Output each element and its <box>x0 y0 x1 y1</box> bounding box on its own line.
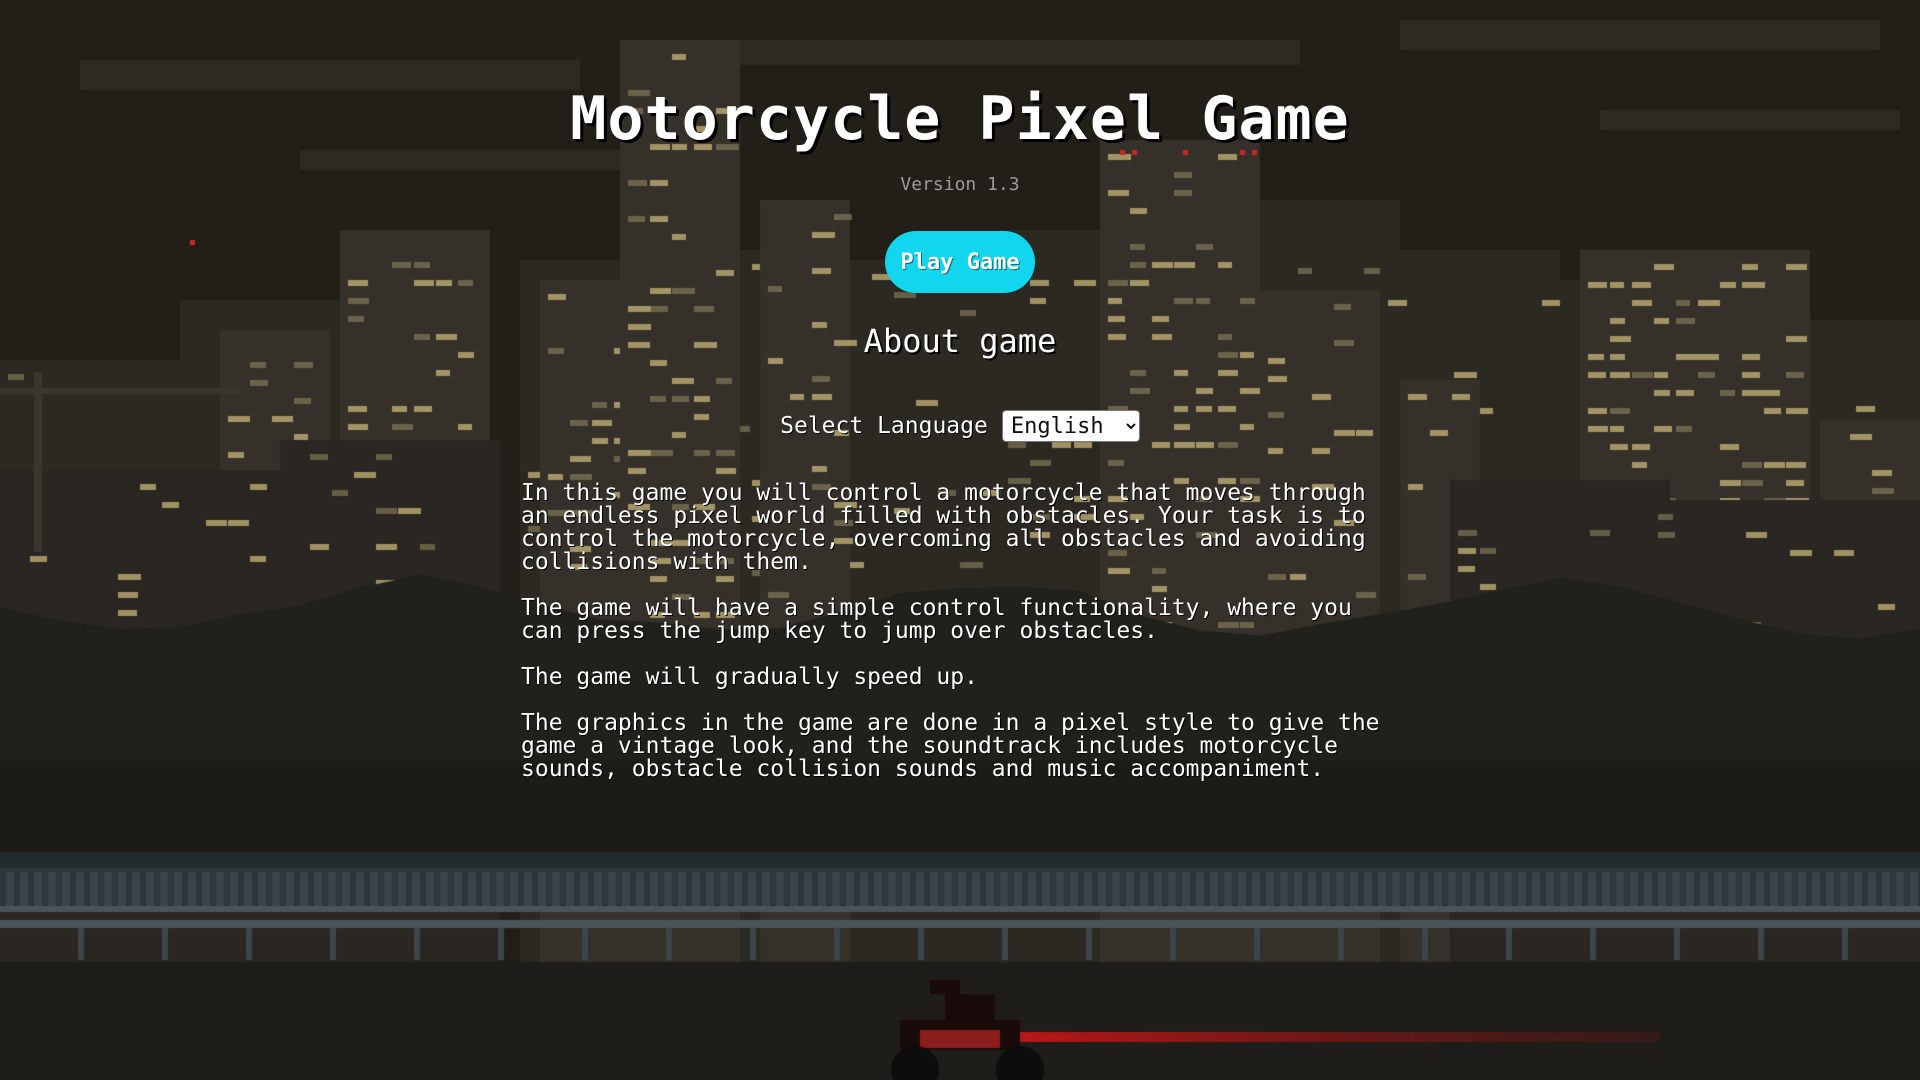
version-label: Version 1.3 <box>900 174 1020 195</box>
about-paragraph: The graphics in the game are done in a p… <box>521 710 1380 782</box>
language-label: Select Language <box>780 413 988 439</box>
about-description: In this game you will control a motorcyc… <box>521 482 1401 804</box>
play-game-button[interactable]: Play Game <box>885 231 1035 293</box>
game-title: Motorcycle Pixel Game <box>570 84 1350 154</box>
about-paragraph: The game will gradually speed up. <box>521 664 978 690</box>
about-paragraph: The game will have a simple control func… <box>521 595 1352 644</box>
language-selector-row: Select Language English <box>0 410 1920 442</box>
about-paragraph: In this game you will control a motorcyc… <box>521 480 1366 575</box>
main-menu: Motorcycle Pixel Game Version 1.3 Play G… <box>0 0 1920 1080</box>
language-select[interactable]: English <box>1001 410 1140 442</box>
about-game-heading: About game <box>863 322 1057 360</box>
